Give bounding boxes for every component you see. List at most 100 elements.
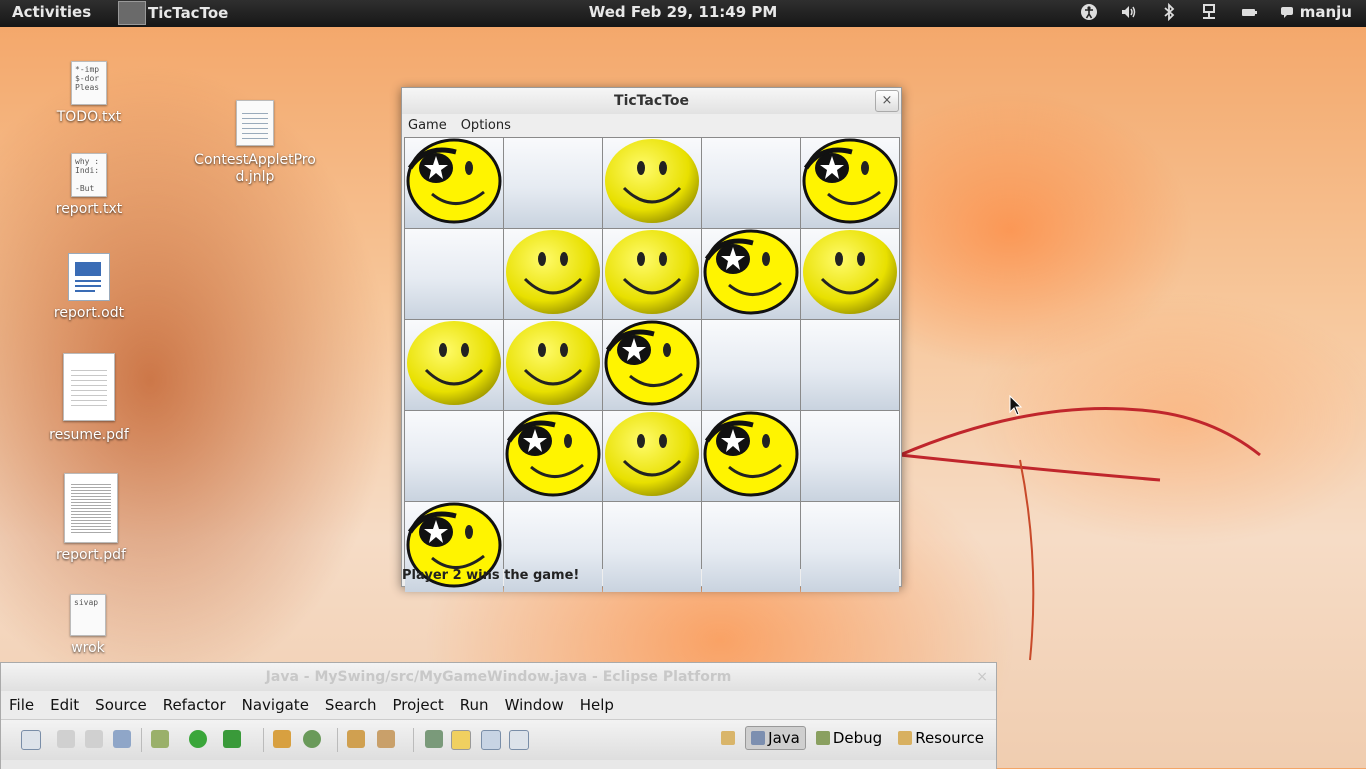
resource-perspective-icon <box>898 731 913 745</box>
board-cell[interactable] <box>702 320 800 410</box>
perspective-resource[interactable]: Resource <box>892 726 990 750</box>
new-java-project-icon[interactable] <box>273 730 291 748</box>
perspective-label: Resource <box>915 729 984 747</box>
toolbar-separator <box>337 728 338 752</box>
print-icon[interactable] <box>113 730 131 748</box>
desktop-icon-report-txt[interactable]: why : Indi: -But report.txt <box>29 153 149 218</box>
board-cell[interactable] <box>405 411 503 501</box>
new-class-icon[interactable] <box>303 730 321 748</box>
board-cell[interactable] <box>702 502 800 592</box>
menu-project[interactable]: Project <box>392 696 443 714</box>
debug-icon[interactable] <box>151 730 169 748</box>
user-menu[interactable]: manju <box>1280 3 1352 21</box>
pdf-icon <box>63 353 115 421</box>
board-cell[interactable] <box>801 411 899 501</box>
desktop-icon-label: report.pdf <box>56 547 126 563</box>
board-cell[interactable] <box>504 138 602 228</box>
menu-search[interactable]: Search <box>325 696 377 714</box>
smiley-icon <box>505 229 601 319</box>
pirate-smiley-icon <box>703 411 799 501</box>
show-whitespace-icon[interactable] <box>509 730 529 750</box>
menu-run[interactable]: Run <box>460 696 489 714</box>
menu-edit[interactable]: Edit <box>50 696 79 714</box>
close-button[interactable]: × <box>976 669 988 685</box>
external-tools-icon[interactable] <box>223 730 241 748</box>
board-cell[interactable] <box>603 411 701 501</box>
toolbar-separator <box>141 728 142 752</box>
desktop-icon-label: wrok <box>71 640 105 656</box>
menubar: File Edit Source Refactor Navigate Searc… <box>1 691 996 719</box>
window-title: Java - MySwing/src/MyGameWindow.java - E… <box>265 669 732 685</box>
save-all-icon[interactable] <box>85 730 103 748</box>
new-icon[interactable] <box>21 730 41 750</box>
desktop-icon-label: report.txt <box>55 201 123 217</box>
menu-refactor[interactable]: Refactor <box>163 696 226 714</box>
board-cell[interactable] <box>702 411 800 501</box>
menu-navigate[interactable]: Navigate <box>242 696 309 714</box>
board-cell[interactable] <box>801 229 899 319</box>
desktop-icon-report-pdf[interactable]: report.pdf <box>31 473 151 564</box>
battery-icon[interactable] <box>1240 3 1258 21</box>
accessibility-icon[interactable] <box>1080 3 1098 21</box>
menu-window[interactable]: Window <box>505 696 564 714</box>
run-icon[interactable] <box>189 730 207 748</box>
menu-game[interactable]: Game <box>408 118 447 133</box>
wallpaper-branch <box>899 407 1261 661</box>
board-cell[interactable] <box>801 502 899 592</box>
board-cell[interactable] <box>603 138 701 228</box>
desktop-icon-resume-pdf[interactable]: resume.pdf <box>29 353 149 444</box>
board-cell[interactable] <box>801 138 899 228</box>
mark-occurrences-icon[interactable] <box>451 730 471 750</box>
board-cell[interactable] <box>801 320 899 410</box>
window-titlebar[interactable]: TicTacToe × <box>402 88 901 114</box>
desktop-icon-wrok[interactable]: sivap wrok <box>28 594 148 657</box>
java-perspective-icon <box>751 731 766 745</box>
desktop-icon-todo[interactable]: *-imp $-dor Pleas TODO.txt <box>29 61 149 126</box>
volume-icon[interactable] <box>1120 3 1138 21</box>
menu-source[interactable]: Source <box>95 696 147 714</box>
desktop-icon-label: report.odt <box>53 305 125 321</box>
board-cell[interactable] <box>603 229 701 319</box>
smiley-icon <box>604 411 700 501</box>
board-cell[interactable] <box>504 229 602 319</box>
system-tray: manju <box>1080 3 1352 21</box>
close-button[interactable]: × <box>875 90 899 112</box>
menubar: Game Options <box>402 114 901 136</box>
board-cell[interactable] <box>603 502 701 592</box>
desktop-icon-label: TODO.txt <box>56 109 122 125</box>
menu-help[interactable]: Help <box>580 696 614 714</box>
desktop-icon-jnlp[interactable]: ContestAppletProd.jnlp <box>193 100 317 186</box>
board-cell[interactable] <box>405 138 503 228</box>
window-titlebar[interactable]: Java - MySwing/src/MyGameWindow.java - E… <box>1 663 996 691</box>
open-type-icon[interactable] <box>347 730 365 748</box>
board-cell[interactable] <box>504 411 602 501</box>
smiley-icon <box>802 229 898 319</box>
open-perspective-button[interactable] <box>715 726 741 750</box>
smiley-icon <box>604 229 700 319</box>
desktop-icon-report-odt[interactable]: report.odt <box>29 253 149 322</box>
network-icon[interactable] <box>1200 3 1218 21</box>
tictactoe-window: TicTacToe × Game Options Player 2 wins t… <box>401 87 902 592</box>
annotation-icon[interactable] <box>425 730 443 748</box>
perspective-debug[interactable]: Debug <box>810 726 888 750</box>
board-cell[interactable] <box>702 138 800 228</box>
board-cell[interactable] <box>702 229 800 319</box>
search-icon[interactable] <box>377 730 395 748</box>
pirate-smiley-icon <box>406 138 502 228</box>
menu-options[interactable]: Options <box>461 118 511 133</box>
save-icon[interactable] <box>57 730 75 748</box>
pirate-smiley-icon <box>802 138 898 228</box>
menu-file[interactable]: File <box>9 696 34 714</box>
board-cell[interactable] <box>504 320 602 410</box>
bluetooth-icon[interactable] <box>1160 3 1178 21</box>
window-title: TicTacToe <box>614 93 689 109</box>
board-cell[interactable] <box>405 320 503 410</box>
desktop-icon-label: resume.pdf <box>49 427 129 443</box>
text-file-icon: sivap <box>70 594 106 636</box>
board-cell[interactable] <box>405 229 503 319</box>
perspective-java[interactable]: Java <box>745 726 806 750</box>
board-cell[interactable] <box>603 320 701 410</box>
open-perspective-icon <box>721 731 736 745</box>
block-selection-icon[interactable] <box>481 730 501 750</box>
user-name: manju <box>1299 3 1352 21</box>
